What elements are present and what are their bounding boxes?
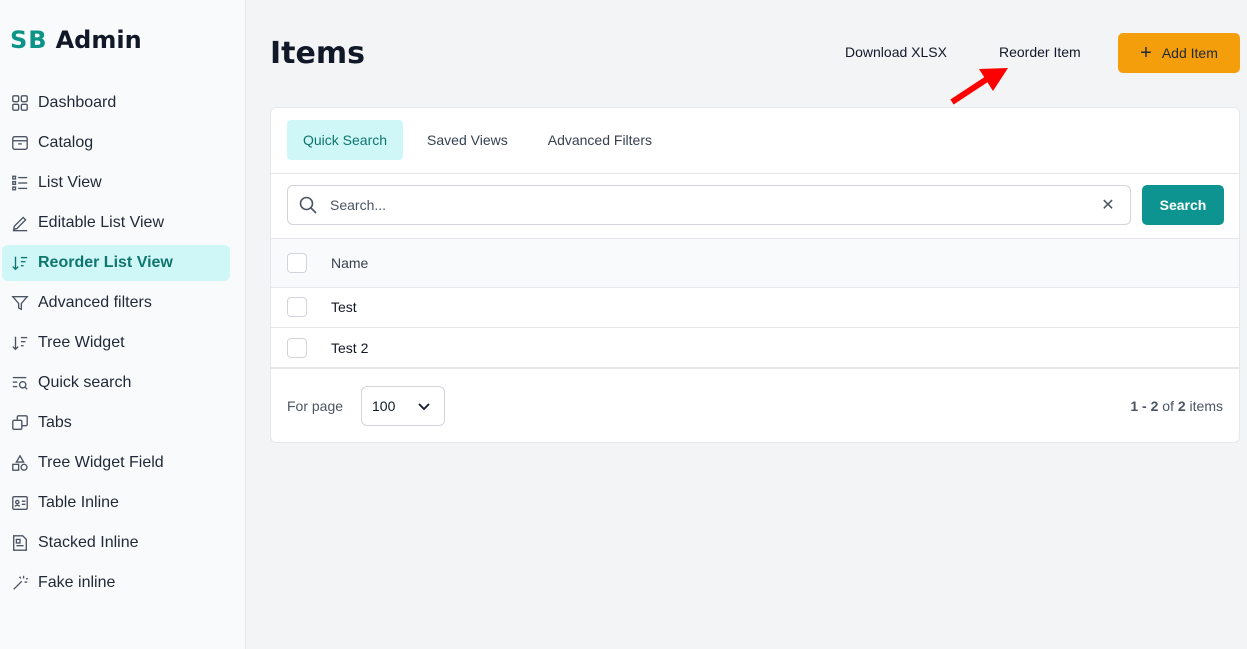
app-logo[interactable]: SB Admin bbox=[10, 26, 142, 54]
reorder-item-link[interactable]: Reorder Item bbox=[999, 44, 1081, 60]
download-xlsx-link[interactable]: Download XLSX bbox=[845, 44, 947, 60]
sidebar-item-fake-inline[interactable]: Fake inline bbox=[2, 565, 230, 601]
sidebar-item-label: Editable List View bbox=[38, 214, 164, 231]
divider bbox=[271, 173, 1239, 174]
sort-icon bbox=[10, 253, 30, 273]
table-row[interactable]: Test bbox=[271, 287, 1239, 328]
sidebar-item-label: List View bbox=[38, 174, 102, 191]
table-row[interactable]: Test 2 bbox=[271, 328, 1239, 369]
sidebar-nav: Dashboard Catalog List View Editable Lis… bbox=[2, 85, 230, 605]
clear-icon[interactable]: ✕ bbox=[1098, 195, 1118, 215]
logo-text: Admin bbox=[55, 26, 142, 54]
select-all-checkbox[interactable] bbox=[287, 253, 307, 273]
pencil-icon bbox=[10, 213, 30, 233]
pagination-summary: 1 - 2 of 2 items bbox=[1130, 398, 1223, 414]
for-page-label: For page bbox=[287, 398, 344, 414]
sidebar-item-advanced-filters[interactable]: Advanced filters bbox=[2, 285, 230, 321]
sidebar: SB Admin Dashboard Catalog List View Edi… bbox=[0, 0, 246, 649]
sidebar-item-label: Table Inline bbox=[38, 494, 119, 511]
chevron-down-icon bbox=[418, 403, 430, 411]
annotation-arrow-icon bbox=[950, 68, 1008, 105]
sidebar-item-label: Tabs bbox=[38, 414, 72, 431]
items-card: Quick Search Saved Views Advanced Filter… bbox=[270, 107, 1240, 443]
sidebar-item-label: Reorder List View bbox=[38, 254, 173, 271]
shapes-icon bbox=[10, 453, 30, 473]
sidebar-item-tabs[interactable]: Tabs bbox=[2, 405, 230, 441]
add-item-label: Add Item bbox=[1161, 45, 1218, 61]
document-icon bbox=[10, 533, 30, 553]
row-name[interactable]: Test bbox=[331, 299, 357, 315]
column-header-name[interactable]: Name bbox=[331, 255, 368, 271]
row-name[interactable]: Test 2 bbox=[331, 340, 368, 356]
sidebar-item-label: Tree Widget Field bbox=[38, 454, 164, 471]
page-size-value: 100 bbox=[372, 398, 396, 414]
sidebar-item-catalog[interactable]: Catalog bbox=[2, 125, 230, 161]
sort-icon bbox=[10, 333, 30, 353]
page-size-select[interactable]: 100 bbox=[361, 386, 445, 426]
filter-tabs: Quick Search Saved Views Advanced Filter… bbox=[287, 120, 676, 160]
search-button[interactable]: Search bbox=[1142, 185, 1224, 225]
pagination-of: of bbox=[1162, 398, 1174, 414]
list-search-icon bbox=[10, 373, 30, 393]
sidebar-item-dashboard[interactable]: Dashboard bbox=[2, 85, 230, 121]
pagination-range: 1 - 2 bbox=[1130, 398, 1159, 414]
logo-mark: SB bbox=[10, 26, 48, 54]
add-item-button[interactable]: + Add Item bbox=[1118, 33, 1240, 73]
sidebar-item-table-inline[interactable]: Table Inline bbox=[2, 485, 230, 521]
sidebar-item-label: Quick search bbox=[38, 374, 132, 391]
sidebar-item-label: Fake inline bbox=[38, 574, 116, 591]
magic-wand-icon bbox=[10, 573, 30, 593]
tab-quick-search[interactable]: Quick Search bbox=[287, 120, 404, 160]
filter-icon bbox=[10, 293, 30, 313]
page-title: Items bbox=[270, 36, 365, 71]
pagination-total: 2 bbox=[1177, 398, 1186, 414]
sidebar-item-quick-search[interactable]: Quick search bbox=[2, 365, 230, 401]
table-header: Name bbox=[271, 238, 1239, 288]
sidebar-item-label: Tree Widget bbox=[38, 334, 125, 351]
sidebar-item-reorder-list-view[interactable]: Reorder List View bbox=[2, 245, 230, 281]
search-input[interactable] bbox=[330, 197, 1098, 213]
search-icon bbox=[299, 196, 317, 214]
sidebar-item-label: Dashboard bbox=[38, 94, 117, 111]
sidebar-item-stacked-inline[interactable]: Stacked Inline bbox=[2, 525, 230, 561]
archive-box-icon bbox=[10, 133, 30, 153]
sidebar-item-editable-list-view[interactable]: Editable List View bbox=[2, 205, 230, 241]
id-card-icon bbox=[10, 493, 30, 513]
list-icon bbox=[10, 173, 30, 193]
row-checkbox[interactable] bbox=[287, 337, 307, 358]
sidebar-item-label: Stacked Inline bbox=[38, 534, 139, 551]
row-checkbox[interactable] bbox=[287, 297, 307, 317]
search-box: ✕ bbox=[287, 185, 1131, 225]
plus-icon: + bbox=[1140, 42, 1152, 64]
squares-icon bbox=[10, 413, 30, 433]
sidebar-item-tree-widget[interactable]: Tree Widget bbox=[2, 325, 230, 361]
sidebar-item-label: Advanced filters bbox=[38, 294, 152, 311]
pagination-items-label: items bbox=[1189, 398, 1223, 414]
sidebar-item-list-view[interactable]: List View bbox=[2, 165, 230, 201]
tab-saved-views[interactable]: Saved Views bbox=[411, 120, 524, 160]
dashboard-grid-icon bbox=[10, 93, 30, 113]
sidebar-item-tree-widget-field[interactable]: Tree Widget Field bbox=[2, 445, 230, 481]
sidebar-item-label: Catalog bbox=[38, 134, 94, 151]
tab-advanced-filters[interactable]: Advanced Filters bbox=[532, 120, 668, 160]
